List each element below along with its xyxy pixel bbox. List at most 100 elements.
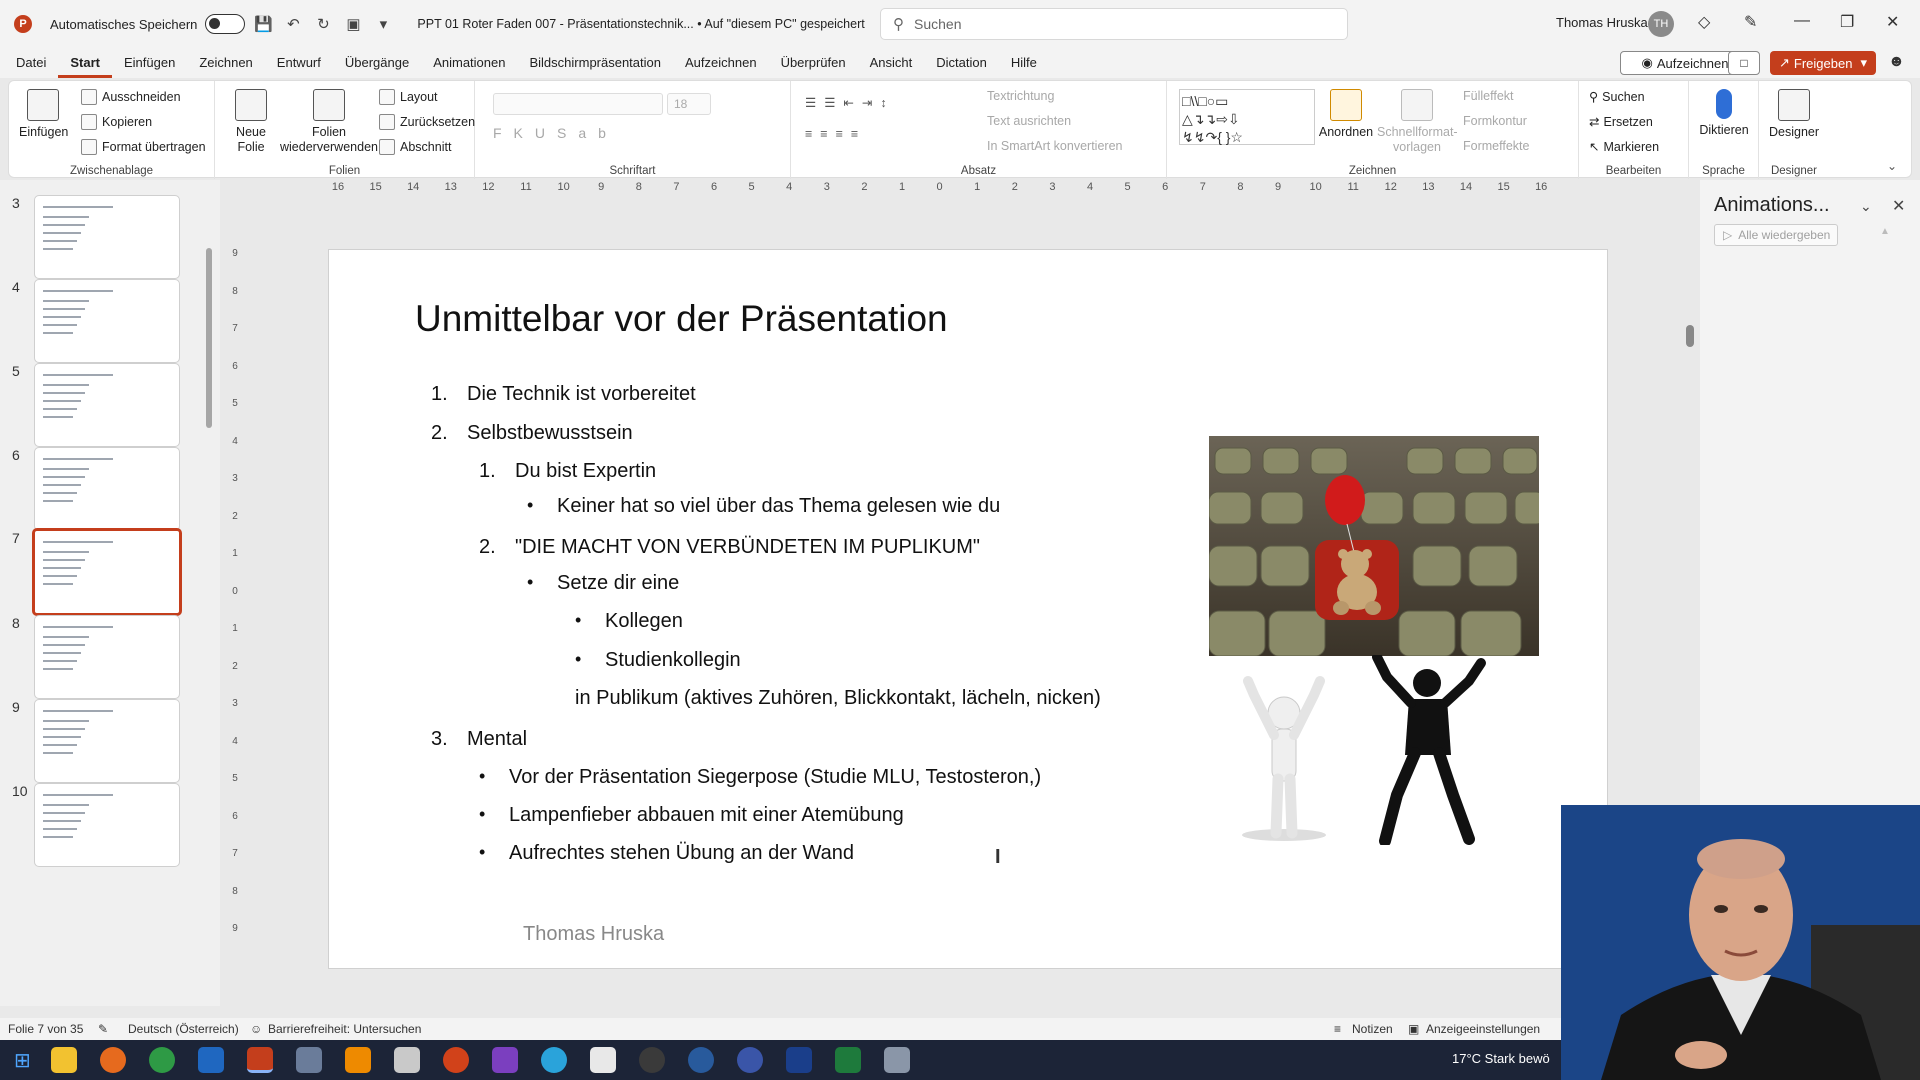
list-item[interactable]: Selbstbewusstsein — [467, 422, 633, 445]
restore-icon[interactable]: ❐ — [1840, 12, 1854, 32]
person-share-icon[interactable]: ☻ — [1888, 53, 1905, 71]
shape-outline-button[interactable]: Formkontur — [1463, 114, 1527, 128]
app-icon[interactable] — [393, 1047, 420, 1073]
quick-styles-button[interactable]: Schnellformat-vorlagen — [1377, 89, 1458, 155]
close-icon[interactable]: ✕ — [1892, 196, 1905, 216]
menu-item-11[interactable]: Dictation — [924, 48, 999, 78]
new-slide-button[interactable]: Neue Folie — [223, 89, 279, 155]
slide-thumbnail[interactable] — [34, 195, 180, 279]
autosave-toggle[interactable] — [205, 14, 246, 34]
list-item[interactable]: Studienkollegin — [605, 649, 741, 672]
font-name-select[interactable] — [493, 93, 663, 115]
menu-item-5[interactable]: Übergänge — [333, 48, 421, 78]
text-direction-button[interactable]: Textrichtung — [987, 89, 1054, 103]
spellcheck-icon[interactable]: ✎ — [98, 1022, 108, 1036]
outlook-icon[interactable] — [197, 1047, 224, 1073]
teddy-bear-photo[interactable] — [1209, 436, 1539, 656]
slide-counter[interactable]: Folie 7 von 35 — [8, 1022, 83, 1036]
word-icon[interactable] — [785, 1047, 812, 1073]
play-all-button[interactable]: ▷ Alle wiedergeben — [1714, 224, 1838, 246]
notes-button[interactable]: Notizen — [1352, 1022, 1393, 1036]
list-buttons[interactable]: ☰☰⇤⇥↕ — [805, 95, 895, 110]
windows-start-icon[interactable]: ⊞ — [14, 1048, 31, 1073]
app-icon[interactable] — [295, 1047, 322, 1073]
collapse-ribbon-icon[interactable]: ⌄ — [1887, 159, 1897, 173]
customize-quick-access-icon[interactable]: ▾ — [371, 12, 395, 36]
select-button[interactable]: ↖ Markieren — [1589, 139, 1659, 155]
format-painter-button[interactable]: Format übertragen — [81, 139, 206, 155]
reset-button[interactable]: Zurücksetzen — [379, 114, 475, 130]
list-item[interactable]: Lampenfieber abbauen mit einer Atemübung — [509, 804, 904, 827]
black-silhouette-cheering-icon[interactable] — [1369, 655, 1489, 845]
dictate-button[interactable]: Diktieren — [1693, 89, 1755, 138]
firefox-icon[interactable] — [99, 1047, 126, 1073]
menu-item-7[interactable]: Bildschirmpräsentation — [517, 48, 673, 78]
cut-button[interactable]: Ausschneiden — [81, 89, 181, 105]
app-icon[interactable] — [589, 1047, 616, 1073]
menu-item-8[interactable]: Aufzeichnen — [673, 48, 769, 78]
minimize-icon[interactable]: — — [1794, 12, 1810, 30]
chrome-icon[interactable] — [148, 1047, 175, 1073]
move-up-icon[interactable]: ▲ — [1880, 226, 1890, 237]
shape-effects-button[interactable]: Formeffekte — [1463, 139, 1529, 153]
app-icon[interactable] — [638, 1047, 665, 1073]
chevron-down-icon[interactable]: ⌄ — [1860, 198, 1872, 215]
layout-button[interactable]: Layout — [379, 89, 438, 105]
menu-item-2[interactable]: Einfügen — [112, 48, 187, 78]
app-icon[interactable] — [883, 1047, 910, 1073]
slide-thumbnail[interactable] — [34, 279, 180, 363]
slide-title[interactable]: Unmittelbar vor der Präsentation — [415, 298, 948, 340]
app-icon[interactable] — [736, 1047, 763, 1073]
white-figure-cheering-icon[interactable] — [1234, 675, 1334, 845]
list-item[interactable]: Keiner hat so viel über das Thema gelese… — [557, 495, 1000, 518]
menu-item-4[interactable]: Entwurf — [265, 48, 333, 78]
vlc-icon[interactable] — [344, 1047, 371, 1073]
list-item[interactable]: "DIE MACHT VON VERBÜNDETEN IM PUPLIKUM" — [515, 536, 980, 559]
list-item[interactable]: Kollegen — [605, 610, 683, 633]
slide-footer[interactable]: Thomas Hruska — [523, 923, 664, 946]
list-item[interactable]: Setze dir eine — [557, 572, 679, 595]
share-button[interactable]: ↗ Freigeben ▾ — [1770, 51, 1876, 75]
designer-button[interactable]: Designer — [1763, 89, 1825, 140]
display-settings-button[interactable]: Anzeigeeinstellungen — [1426, 1022, 1540, 1036]
menu-item-6[interactable]: Animationen — [421, 48, 517, 78]
slide-canvas[interactable]: Unmittelbar vor der Präsentation 1. Die … — [328, 249, 1608, 969]
section-button[interactable]: Abschnitt — [379, 139, 451, 155]
list-item[interactable]: in Publikum (aktives Zuhören, Blickkonta… — [575, 687, 1101, 710]
language-indicator[interactable]: Deutsch (Österreich) — [128, 1022, 239, 1036]
slide-thumbnail[interactable] — [34, 447, 180, 531]
menu-item-0[interactable]: Datei — [4, 48, 58, 78]
app-icon[interactable] — [687, 1047, 714, 1073]
smartart-button[interactable]: In SmartArt konvertieren — [987, 139, 1122, 153]
align-text-button[interactable]: Text ausrichten — [987, 114, 1071, 128]
slide-thumbnail[interactable] — [32, 528, 182, 616]
present-icon[interactable]: ▣ — [341, 12, 365, 36]
slide-scrollbar-thumb[interactable] — [1686, 325, 1694, 347]
slide-thumbnail[interactable] — [34, 699, 180, 783]
pen-icon[interactable]: ✎ — [1744, 12, 1757, 32]
shape-fill-button[interactable]: Fülleffekt — [1463, 89, 1514, 103]
thumbnail-scrollbar[interactable] — [206, 248, 212, 428]
reuse-slides-button[interactable]: Folien wiederverwenden — [279, 89, 379, 155]
menu-item-3[interactable]: Zeichnen — [187, 48, 264, 78]
avatar[interactable]: TH — [1648, 11, 1674, 37]
slide-thumbnail[interactable] — [34, 783, 180, 867]
copy-button[interactable]: Kopieren — [81, 114, 152, 130]
arrange-button[interactable]: Anordnen — [1317, 89, 1375, 140]
comments-button[interactable]: □ — [1728, 51, 1760, 75]
telegram-icon[interactable] — [540, 1047, 567, 1073]
save-icon[interactable]: 💾 — [251, 12, 275, 36]
menu-item-12[interactable]: Hilfe — [999, 48, 1049, 78]
close-icon[interactable]: ✕ — [1886, 12, 1899, 32]
menu-item-10[interactable]: Ansicht — [858, 48, 925, 78]
font-format-buttons[interactable]: FKUSab — [493, 125, 618, 141]
paste-button[interactable]: Einfügen — [19, 89, 68, 140]
onenote-icon[interactable] — [491, 1047, 518, 1073]
list-item[interactable]: Die Technik ist vorbereitet — [467, 383, 696, 406]
search-box[interactable]: ⚲ Suchen — [880, 8, 1348, 40]
find-button[interactable]: ⚲ Suchen — [1589, 89, 1645, 105]
redo-icon[interactable]: ↻ — [311, 12, 335, 36]
app-icon[interactable] — [442, 1047, 469, 1073]
shapes-gallery[interactable]: □\\□○▭ △↴↴⇨⇩ ↯↯↷{ }☆ — [1179, 89, 1315, 145]
weather-widget[interactable]: 17°C Stark bewö — [1452, 1051, 1550, 1066]
